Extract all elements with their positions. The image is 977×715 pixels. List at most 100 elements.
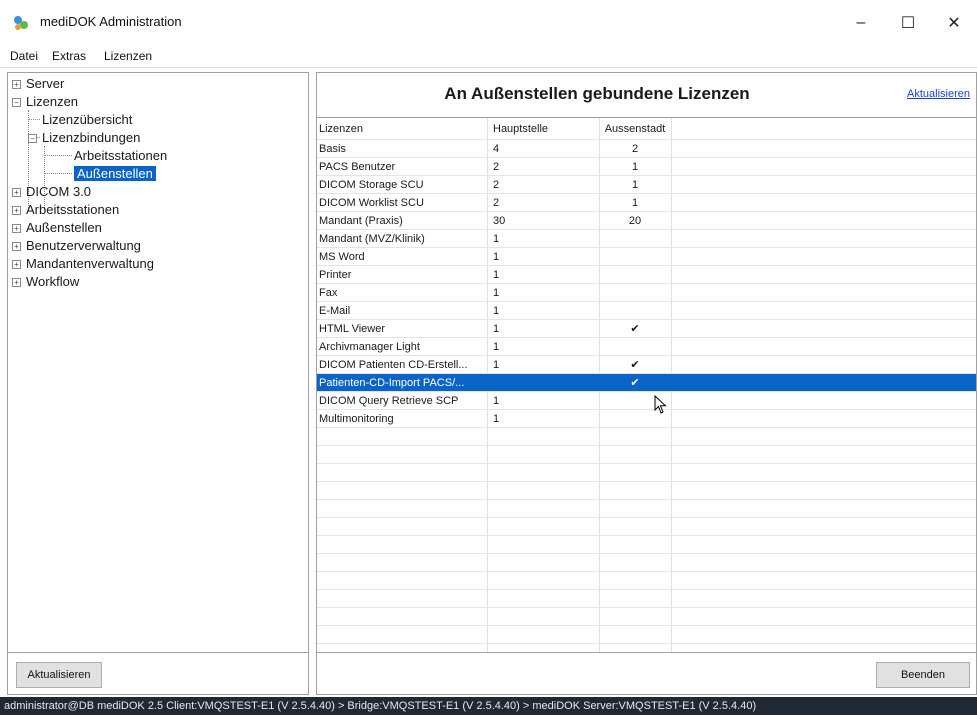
table-row[interactable]	[317, 464, 976, 482]
table-row[interactable]: Mandant (MVZ/Klinik) 1	[317, 230, 976, 248]
tree-item-mandantenverwaltung[interactable]: + Mandantenverwaltung	[12, 255, 154, 273]
cell-hauptstelle: 1	[493, 269, 500, 281]
table-row[interactable]: DICOM Query Retrieve SCP 1	[317, 392, 976, 410]
cell-hauptstelle: 2	[493, 161, 500, 173]
tree-item-aussenstellen[interactable]: + Außenstellen	[12, 219, 102, 237]
cell-aussenstadt: 1	[631, 197, 639, 209]
menu-datei[interactable]: Datei	[10, 49, 38, 63]
title-bar: mediDOK Administration – ☐ ✕	[0, 0, 977, 44]
expand-icon[interactable]: +	[12, 224, 21, 233]
table-row[interactable]: E-Mail 1	[317, 302, 976, 320]
tree-item-aussenstellen-binding[interactable]: Außenstellen	[74, 165, 156, 183]
table-row[interactable]: DICOM Worklist SCU 2 1	[317, 194, 976, 212]
minimize-button[interactable]: –	[838, 8, 884, 38]
expand-icon[interactable]: +	[12, 260, 21, 269]
cell-license: DICOM Query Retrieve SCP	[319, 395, 459, 407]
tree-item-lizenzen[interactable]: − Lizenzen	[12, 93, 78, 111]
cell-aussenstadt	[599, 248, 671, 265]
table-row[interactable]	[317, 446, 976, 464]
table-row[interactable]: DICOM Storage SCU 2 1	[317, 176, 976, 194]
tree-item-server[interactable]: + Server	[12, 75, 64, 93]
column-header-lizenzen[interactable]: Lizenzen	[317, 118, 487, 139]
tree-item-dicom[interactable]: + DICOM 3.0	[12, 183, 91, 201]
table-row[interactable]	[317, 500, 976, 518]
page-title: An Außenstellen gebundene Lizenzen	[444, 84, 750, 103]
cell-license: DICOM Worklist SCU	[319, 197, 424, 209]
tree-item-benutzerverwaltung[interactable]: + Benutzerverwaltung	[12, 237, 141, 255]
expand-icon[interactable]: +	[12, 80, 21, 89]
cell-hauptstelle: 4	[493, 143, 500, 155]
cell-hauptstelle: 1	[493, 287, 500, 299]
cell-hauptstelle: 1	[493, 395, 500, 407]
table-row[interactable]	[317, 482, 976, 500]
collapse-icon[interactable]: −	[12, 98, 21, 107]
expand-icon[interactable]: +	[12, 278, 21, 287]
aktualisieren-button[interactable]: Aktualisieren	[16, 662, 102, 688]
tree-label: Mandantenverwaltung	[26, 256, 154, 271]
tree-item-arbeitsstationen[interactable]: + Arbeitsstationen	[12, 201, 119, 219]
expand-icon[interactable]: +	[12, 206, 21, 215]
column-header-hauptstelle[interactable]: Hauptstelle	[487, 118, 599, 139]
minimize-icon: –	[856, 14, 866, 31]
expand-icon[interactable]: +	[12, 188, 21, 197]
tree-label: Lizenzbindungen	[42, 130, 141, 145]
table-row[interactable]	[317, 536, 976, 554]
content-header: An Außenstellen gebundene Lizenzen Aktua…	[316, 72, 977, 118]
tree-label-selected: Außenstellen	[74, 166, 156, 181]
cell-license: PACS Benutzer	[319, 161, 396, 173]
cell-hauptstelle: 1	[493, 359, 500, 371]
tree-item-lizenzuebersicht[interactable]: Lizenzübersicht	[42, 111, 132, 129]
collapse-icon[interactable]: −	[28, 134, 37, 143]
column-header-aussenstadt[interactable]: Aussenstadt	[599, 118, 671, 139]
tree-item-arbeitsstationen-binding[interactable]: Arbeitsstationen	[74, 147, 167, 165]
tree-label: Workflow	[26, 274, 80, 289]
tree-label: Server	[26, 76, 65, 91]
tree-item-workflow[interactable]: + Workflow	[12, 273, 79, 291]
table-row[interactable]: Multimonitoring 1	[317, 410, 976, 428]
close-icon: ✕	[947, 15, 961, 32]
tree-item-lizenzbindungen[interactable]: − Lizenzbindungen	[28, 129, 140, 147]
refresh-link[interactable]: Aktualisieren	[907, 88, 970, 100]
table-row[interactable]: PACS Benutzer 2 1	[317, 158, 976, 176]
table-row[interactable]	[317, 518, 976, 536]
menu-lizenzen[interactable]: Lizenzen	[104, 49, 152, 63]
table-row[interactable]	[317, 572, 976, 590]
table-row[interactable]	[317, 590, 976, 608]
expand-icon[interactable]: +	[12, 242, 21, 251]
maximize-button[interactable]: ☐	[885, 8, 931, 38]
table-row[interactable]	[317, 554, 976, 572]
table-row[interactable]	[317, 626, 976, 644]
table-row[interactable]: Patienten-CD-Import PACS/... ✔	[317, 374, 976, 392]
table-row[interactable]: Printer 1	[317, 266, 976, 284]
cell-hauptstelle: 1	[493, 305, 500, 317]
table-row[interactable]	[317, 608, 976, 626]
table-row[interactable]	[317, 428, 976, 446]
cell-hauptstelle: 30	[493, 215, 506, 227]
cell-hauptstelle: 1	[493, 413, 500, 425]
table-row[interactable]: MS Word 1	[317, 248, 976, 266]
menu-extras[interactable]: Extras	[52, 49, 86, 63]
cell-aussenstadt	[599, 338, 671, 355]
table-row[interactable]: Fax 1	[317, 284, 976, 302]
table-row[interactable]: Archivmanager Light 1	[317, 338, 976, 356]
menu-bar: Datei Extras Lizenzen	[0, 44, 977, 68]
cell-aussenstadt: 2	[631, 143, 639, 155]
table-row[interactable]: Basis 4 2	[317, 140, 976, 158]
table-row[interactable]: DICOM Patienten CD-Erstell... 1 ✔	[317, 356, 976, 374]
cell-license: Mandant (Praxis)	[319, 215, 403, 227]
cell-license: MS Word	[319, 251, 365, 263]
table-row[interactable]: Mandant (Praxis) 30 20	[317, 212, 976, 230]
check-icon: ✔	[630, 323, 640, 335]
table-row[interactable]: HTML Viewer 1 ✔	[317, 320, 976, 338]
cell-license: Printer	[319, 269, 352, 281]
status-bar: administrator@DB mediDOK 2.5 Client:VMQS…	[0, 697, 977, 715]
navigation-tree: + Server − Lizenzen Lizenzübersicht − Lizen…	[7, 72, 309, 653]
close-button[interactable]: ✕	[931, 8, 977, 38]
cell-aussenstadt	[599, 302, 671, 319]
cell-license: DICOM Storage SCU	[319, 179, 424, 191]
beenden-button[interactable]: Beenden	[876, 662, 970, 688]
tree-label: Außenstellen	[26, 220, 102, 235]
app-icon	[14, 16, 28, 30]
cell-hauptstelle: 1	[493, 341, 500, 353]
tree-label: DICOM 3.0	[26, 184, 92, 199]
